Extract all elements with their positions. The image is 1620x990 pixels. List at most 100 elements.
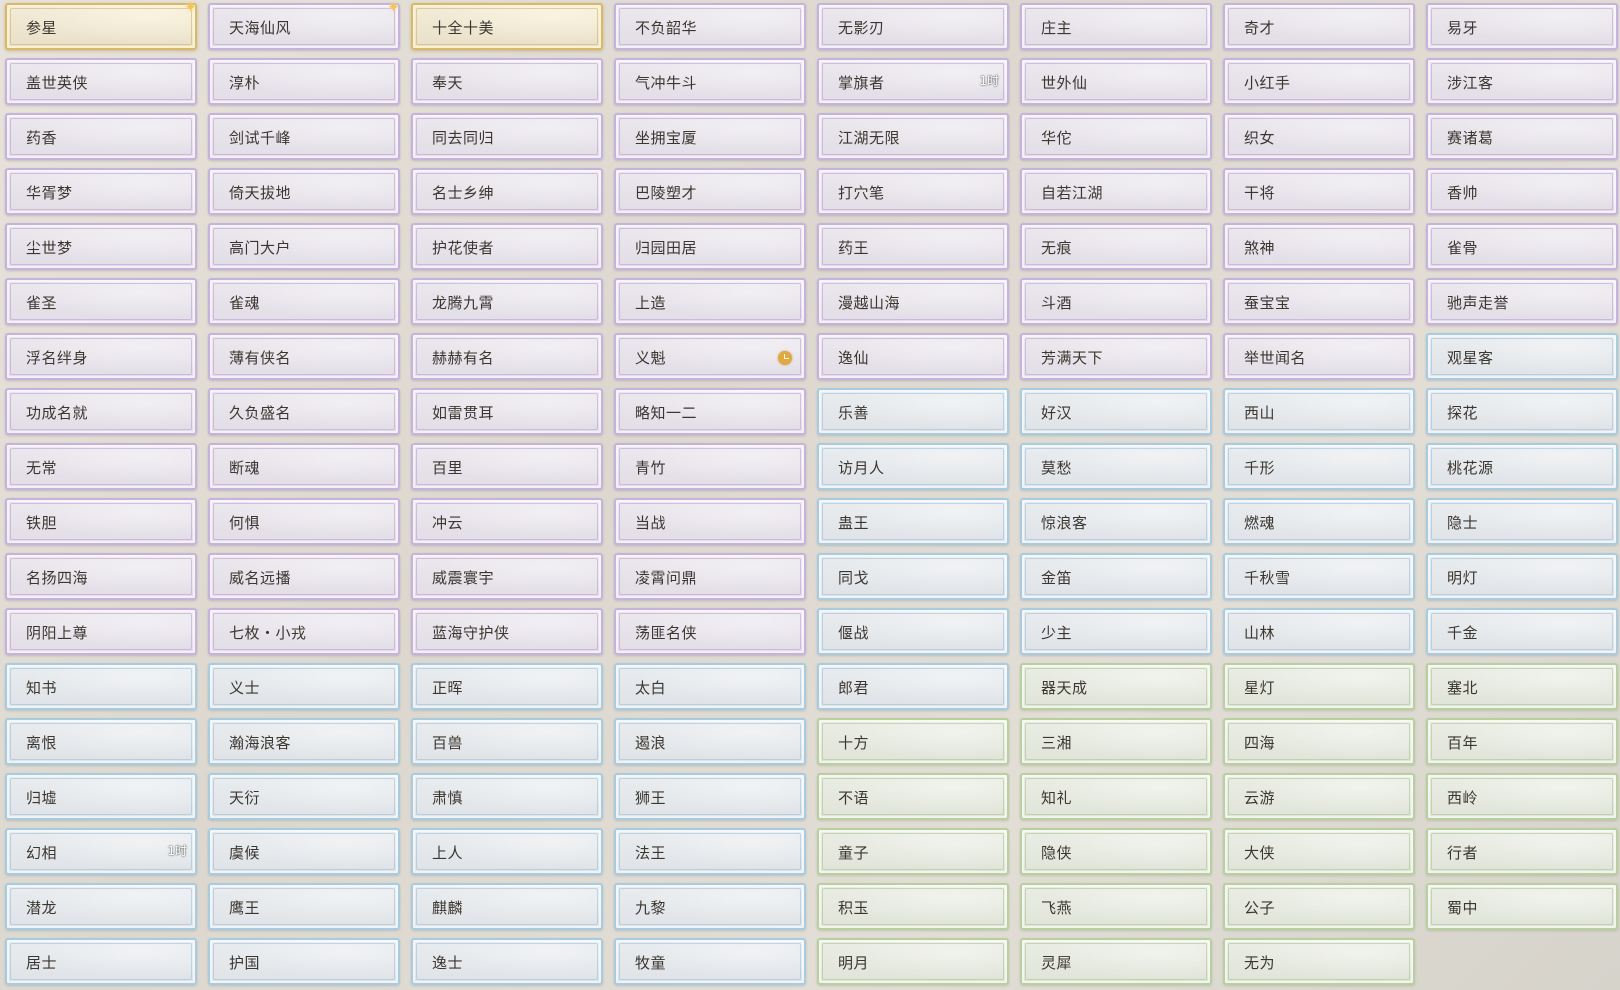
title-tile[interactable]: 牧童 bbox=[614, 938, 806, 985]
title-tile[interactable]: 无影刃 bbox=[817, 3, 1009, 50]
title-tile[interactable]: 狮王 bbox=[614, 773, 806, 820]
title-tile[interactable]: 护国 bbox=[208, 938, 400, 985]
title-tile[interactable]: 不负韶华 bbox=[614, 3, 806, 50]
title-tile[interactable]: 华佗 bbox=[1020, 113, 1212, 160]
title-tile[interactable]: 云游 bbox=[1223, 773, 1415, 820]
title-tile[interactable]: 偃战 bbox=[817, 608, 1009, 655]
title-tile[interactable]: 十方 bbox=[817, 718, 1009, 765]
title-tile[interactable]: 隐侠 bbox=[1020, 828, 1212, 875]
title-tile[interactable]: 香帅 bbox=[1426, 168, 1618, 215]
title-tile[interactable]: 千金 bbox=[1426, 608, 1618, 655]
title-tile[interactable]: 巴陵塑才 bbox=[614, 168, 806, 215]
title-tile[interactable]: 知礼 bbox=[1020, 773, 1212, 820]
title-tile[interactable]: 肃慎 bbox=[411, 773, 603, 820]
title-tile[interactable]: 江湖无限 bbox=[817, 113, 1009, 160]
title-tile[interactable]: 驰声走誉 bbox=[1426, 278, 1618, 325]
title-tile[interactable]: 法王 bbox=[614, 828, 806, 875]
title-tile[interactable]: 无为 bbox=[1223, 938, 1415, 985]
title-tile[interactable]: 剑试千峰 bbox=[208, 113, 400, 160]
title-tile[interactable]: 百年 bbox=[1426, 718, 1618, 765]
title-tile[interactable]: 麒麟 bbox=[411, 883, 603, 930]
title-tile[interactable]: 无痕 bbox=[1020, 223, 1212, 270]
title-tile[interactable]: 少主 bbox=[1020, 608, 1212, 655]
title-tile[interactable]: 莫愁 bbox=[1020, 443, 1212, 490]
title-tile[interactable]: 好汉 bbox=[1020, 388, 1212, 435]
title-tile[interactable]: 久负盛名 bbox=[208, 388, 400, 435]
title-tile[interactable]: 名扬四海 bbox=[5, 553, 197, 600]
title-tile[interactable]: 千形 bbox=[1223, 443, 1415, 490]
title-tile[interactable]: 断魂 bbox=[208, 443, 400, 490]
title-tile[interactable]: 同戈 bbox=[817, 553, 1009, 600]
title-tile[interactable]: 掌旗者 1时 bbox=[817, 58, 1009, 105]
title-tile[interactable]: 威震寰宇 bbox=[411, 553, 603, 600]
title-tile[interactable]: 倚天拔地 bbox=[208, 168, 400, 215]
title-tile[interactable]: 太白 bbox=[614, 663, 806, 710]
title-tile[interactable]: 星灯 bbox=[1223, 663, 1415, 710]
title-tile[interactable]: 小红手 bbox=[1223, 58, 1415, 105]
title-tile[interactable]: 无常 bbox=[5, 443, 197, 490]
title-tile[interactable]: 乐善 bbox=[817, 388, 1009, 435]
title-tile[interactable]: 七枚・小戎 bbox=[208, 608, 400, 655]
title-tile[interactable]: 积玉 bbox=[817, 883, 1009, 930]
title-tile[interactable]: 奉天 bbox=[411, 58, 603, 105]
title-tile[interactable]: 药王 bbox=[817, 223, 1009, 270]
title-tile[interactable]: 千秋雪 bbox=[1223, 553, 1415, 600]
title-tile[interactable]: 灵犀 bbox=[1020, 938, 1212, 985]
title-tile[interactable]: 薄有侠名 bbox=[208, 333, 400, 380]
title-tile[interactable]: 塞北 bbox=[1426, 663, 1618, 710]
title-tile[interactable]: 铁胆 bbox=[5, 498, 197, 545]
title-tile[interactable]: 访月人 bbox=[817, 443, 1009, 490]
title-tile[interactable]: 十全十美 bbox=[411, 3, 603, 50]
title-tile[interactable]: 煞神 bbox=[1223, 223, 1415, 270]
title-tile[interactable]: 尘世梦 bbox=[5, 223, 197, 270]
title-tile[interactable]: 探花 bbox=[1426, 388, 1618, 435]
title-tile[interactable]: 郎君 bbox=[817, 663, 1009, 710]
title-tile[interactable]: 药香 bbox=[5, 113, 197, 160]
title-tile[interactable]: 庄主 bbox=[1020, 3, 1212, 50]
title-tile[interactable]: 金笛 bbox=[1020, 553, 1212, 600]
title-tile[interactable]: 明灯 bbox=[1426, 553, 1618, 600]
title-tile[interactable]: 蛊王 bbox=[817, 498, 1009, 545]
title-tile[interactable]: 雀骨 bbox=[1426, 223, 1618, 270]
title-tile[interactable]: 青竹 bbox=[614, 443, 806, 490]
title-tile[interactable]: 功成名就 bbox=[5, 388, 197, 435]
title-tile[interactable]: 西岭 bbox=[1426, 773, 1618, 820]
title-tile[interactable]: 淳朴 bbox=[208, 58, 400, 105]
title-tile[interactable]: 打穴笔 bbox=[817, 168, 1009, 215]
title-tile[interactable]: 气冲牛斗 bbox=[614, 58, 806, 105]
title-tile[interactable]: 离恨 bbox=[5, 718, 197, 765]
title-tile[interactable]: 瀚海浪客 bbox=[208, 718, 400, 765]
title-tile[interactable]: 大侠 bbox=[1223, 828, 1415, 875]
title-tile[interactable]: 桃花源 bbox=[1426, 443, 1618, 490]
title-tile[interactable]: 华胥梦 bbox=[5, 168, 197, 215]
title-tile[interactable]: 芳满天下 bbox=[1020, 333, 1212, 380]
title-tile[interactable]: 天衍 bbox=[208, 773, 400, 820]
title-tile[interactable]: 燃魂 bbox=[1223, 498, 1415, 545]
title-tile[interactable]: 公子 bbox=[1223, 883, 1415, 930]
title-tile[interactable]: 盖世英侠 bbox=[5, 58, 197, 105]
title-tile[interactable]: 高门大户 bbox=[208, 223, 400, 270]
title-tile[interactable]: 观星客 bbox=[1426, 333, 1618, 380]
title-tile[interactable]: 雀魂 bbox=[208, 278, 400, 325]
title-tile[interactable]: 居士 bbox=[5, 938, 197, 985]
title-tile[interactable]: 百兽 bbox=[411, 718, 603, 765]
title-tile[interactable]: 行者 bbox=[1426, 828, 1618, 875]
title-tile[interactable]: 归墟 bbox=[5, 773, 197, 820]
title-tile[interactable]: 奇才 bbox=[1223, 3, 1415, 50]
title-tile[interactable]: 山林 bbox=[1223, 608, 1415, 655]
title-tile[interactable]: 世外仙 bbox=[1020, 58, 1212, 105]
title-tile[interactable]: 幻相 1时 bbox=[5, 828, 197, 875]
title-tile[interactable]: 遏浪 bbox=[614, 718, 806, 765]
title-tile[interactable]: 飞燕 bbox=[1020, 883, 1212, 930]
title-tile[interactable]: 虞候 bbox=[208, 828, 400, 875]
title-tile[interactable]: 织女 bbox=[1223, 113, 1415, 160]
title-tile[interactable]: 何惧 bbox=[208, 498, 400, 545]
title-tile[interactable]: 龙腾九霄 bbox=[411, 278, 603, 325]
title-tile[interactable]: 归园田居 bbox=[614, 223, 806, 270]
title-tile[interactable]: 知书 bbox=[5, 663, 197, 710]
title-tile[interactable]: 正晖 bbox=[411, 663, 603, 710]
title-tile[interactable]: 威名远播 bbox=[208, 553, 400, 600]
title-tile[interactable]: 浮名绊身 bbox=[5, 333, 197, 380]
title-tile[interactable]: 蓝海守护侠 bbox=[411, 608, 603, 655]
title-tile[interactable]: 自若江湖 bbox=[1020, 168, 1212, 215]
